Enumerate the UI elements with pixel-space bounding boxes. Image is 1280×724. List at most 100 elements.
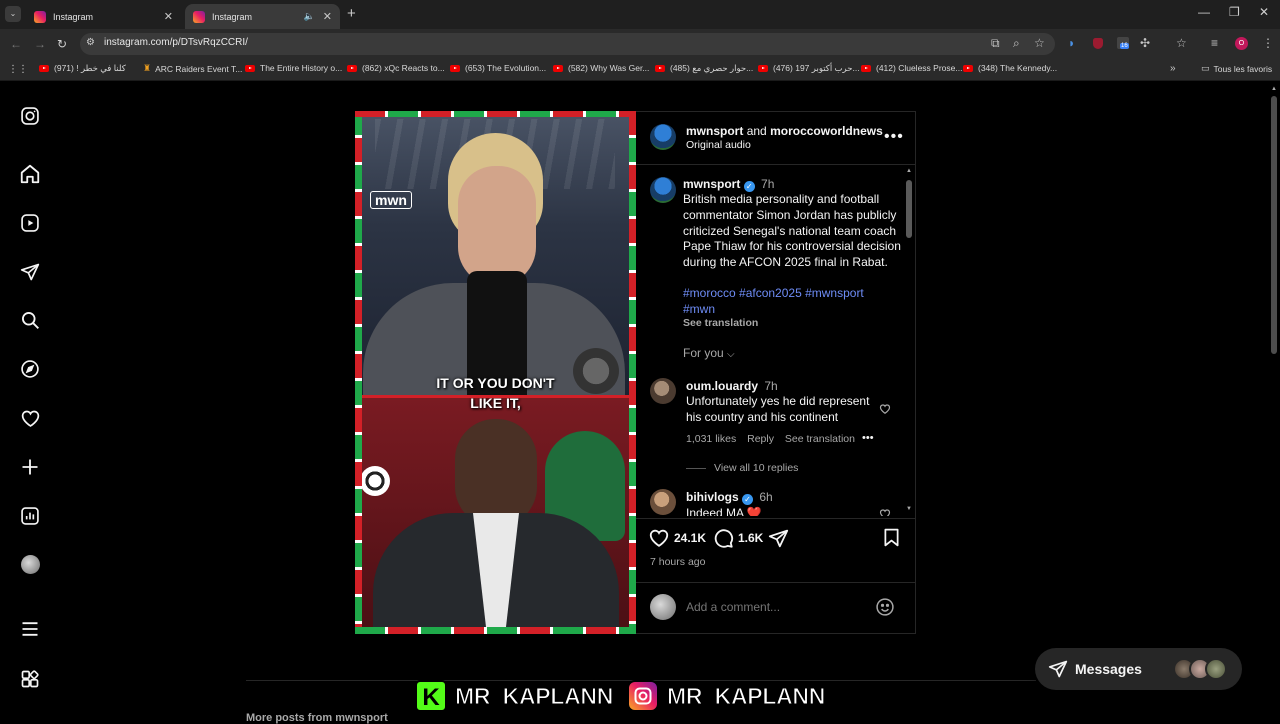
apps-grid-icon[interactable]: ⋮⋮ — [8, 64, 28, 75]
frame-divider — [362, 395, 629, 398]
profile-avatar-icon[interactable] — [18, 552, 42, 576]
comment-count[interactable]: 1.6K — [738, 531, 763, 545]
extension-badge-icon[interactable]: 16 — [1117, 37, 1129, 49]
messages-button[interactable]: Messages — [1035, 648, 1242, 690]
caption-text: British media personality and football c… — [683, 192, 901, 270]
caption-see-translation[interactable]: See translation — [683, 317, 758, 329]
explore-icon[interactable] — [18, 357, 42, 381]
watermark-handle: MR_KAPLANN — [667, 682, 826, 709]
tab-close-icon[interactable]: ✕ — [164, 10, 173, 23]
create-plus-icon[interactable] — [18, 455, 42, 479]
comment-text: Indeed MA ❤️ — [686, 506, 762, 516]
close-window-icon[interactable]: ✕ — [1259, 5, 1269, 19]
extension-icon[interactable]: ◗ — [1068, 36, 1075, 50]
install-app-icon[interactable]: ⧉ — [991, 36, 1000, 51]
emoji-icon[interactable] — [875, 597, 895, 617]
page-scrollbar[interactable]: ▲ — [1270, 86, 1278, 720]
bookmark-item[interactable]: (862) xQc Reacts to... — [347, 63, 445, 73]
bookmark-item[interactable]: (485) حوار حصري مع... — [655, 63, 753, 74]
share-send-icon[interactable] — [768, 528, 789, 549]
ublock-extension-icon[interactable] — [1093, 38, 1103, 49]
minimize-icon[interactable]: — — [1198, 5, 1210, 19]
comment-like-heart-icon[interactable] — [879, 508, 891, 516]
mwn-logo: mwn — [370, 191, 412, 209]
verified-badge-icon: ✓ — [743, 181, 755, 192]
home-icon[interactable] — [18, 162, 42, 186]
author-link[interactable]: mwnsport — [686, 124, 743, 138]
post-author-avatar[interactable] — [650, 124, 676, 150]
comments-scrollbar[interactable]: ▲ ▼ — [906, 168, 912, 515]
caption-username[interactable]: mwnsport — [683, 177, 740, 191]
comment-likes[interactable]: 1,031 likes — [686, 433, 736, 445]
like-count[interactable]: 24.1K — [674, 531, 706, 545]
save-bookmark-icon[interactable] — [881, 527, 902, 548]
bookmarks-icon[interactable]: ☆ — [1176, 36, 1187, 50]
comment-username[interactable]: oum.louardy — [686, 379, 758, 393]
restore-icon[interactable]: ❐ — [1229, 5, 1240, 19]
frame-border-bottom — [355, 627, 636, 634]
caption-avatar[interactable] — [650, 177, 676, 203]
dashboard-icon[interactable] — [18, 504, 42, 528]
reload-icon[interactable]: ↻ — [57, 37, 67, 51]
more-menu-icon[interactable] — [18, 617, 42, 641]
bookmark-item[interactable]: (653) The Evolution... — [450, 63, 546, 73]
caption-hashtags[interactable]: #morocco #afcon2025 #mwnsport #mwn — [683, 286, 893, 318]
comment-avatar[interactable] — [650, 378, 676, 404]
profile-initial: O — [1238, 40, 1245, 47]
comment-avatar[interactable] — [650, 489, 676, 515]
forward-icon[interactable]: → — [34, 37, 46, 51]
browser-tab-active[interactable]: Instagram 🔈 ✕ — [185, 4, 340, 29]
author-link[interactable]: moroccoworldnews — [770, 124, 883, 138]
comment-like-heart-icon[interactable] — [879, 403, 891, 415]
comment-bubble-icon[interactable] — [712, 527, 734, 549]
extensions-puzzle-icon[interactable]: ✣ — [1140, 36, 1150, 50]
instagram-logo-icon[interactable] — [18, 104, 42, 128]
back-icon[interactable]: ← — [10, 37, 22, 51]
bookmark-item[interactable]: كلنا في خطر ! (971) — [39, 63, 126, 74]
comment-sort-dropdown[interactable]: For you ⌵ — [683, 346, 735, 360]
site-info-icon[interactable]: ⚙ — [86, 37, 95, 48]
tab-close-icon[interactable]: ✕ — [323, 10, 332, 23]
view-replies-button[interactable]: View all 10 replies — [714, 462, 798, 474]
comment-time: 7h — [764, 379, 778, 393]
tab-title: Instagram — [53, 11, 94, 22]
bookmark-item[interactable]: ♜ ARC Raiders Event T... — [143, 63, 242, 74]
tab-search-button[interactable]: ⌄ — [5, 6, 21, 22]
caption-time: 7h — [761, 177, 775, 191]
original-audio-link[interactable]: Original audio — [686, 139, 751, 151]
more-horizontal-icon[interactable]: ••• — [884, 128, 904, 146]
messages-label: Messages — [1075, 661, 1142, 677]
bookmark-star-icon[interactable]: ☆ — [1034, 36, 1045, 50]
post-header-authors: mwnsport and moroccoworldnews — [686, 124, 883, 138]
all-bookmarks-folder[interactable]: ▭ Tous les favoris — [1201, 63, 1272, 74]
tab-audio-icon[interactable]: 🔈 — [304, 11, 315, 22]
messages-avatar — [1205, 658, 1227, 680]
post-time-ago[interactable]: 7 hours ago — [650, 556, 705, 568]
media-control-icon[interactable]: ≡ — [1211, 36, 1218, 50]
reels-icon[interactable] — [18, 211, 42, 235]
direct-send-icon[interactable] — [18, 260, 42, 284]
bookmark-item[interactable]: (476) حرب أكتوبر 197... — [758, 63, 860, 74]
bookmark-item[interactable]: (348) The Kennedy... — [963, 63, 1057, 73]
bookmarks-overflow-icon[interactable]: » — [1170, 63, 1176, 74]
chrome-menu-icon[interactable]: ⋮ — [1262, 36, 1274, 50]
notifications-heart-icon[interactable] — [18, 406, 42, 430]
also-from-meta-icon[interactable] — [18, 667, 42, 691]
browser-tab[interactable]: Instagram ✕ — [26, 4, 181, 29]
url-text[interactable]: instagram.com/p/DTsvRqzCCRI/ — [104, 37, 248, 48]
profile-avatar[interactable]: O — [1235, 37, 1248, 50]
reel-video[interactable]: mwn IT OR YOU DON'T LIKE IT, — [355, 111, 636, 634]
search-icon[interactable] — [18, 308, 42, 332]
comment-options-icon[interactable]: ••• — [862, 432, 874, 444]
chevron-down-icon: ⌵ — [727, 349, 735, 360]
comment-see-translation[interactable]: See translation — [785, 433, 855, 445]
bookmark-item[interactable]: (582) Why Was Ger... — [553, 63, 649, 73]
add-comment-input[interactable] — [686, 598, 866, 616]
like-heart-icon[interactable] — [648, 527, 670, 549]
comment-reply-button[interactable]: Reply — [747, 433, 774, 445]
new-tab-button[interactable]: + — [347, 5, 356, 22]
zoom-icon[interactable]: ⌕ — [1013, 36, 1020, 51]
comment-username[interactable]: bihivlogs — [686, 490, 739, 504]
bookmark-item[interactable]: (412) Clueless Prose... — [861, 63, 962, 73]
bookmark-item[interactable]: The Entire History o... — [245, 63, 342, 73]
